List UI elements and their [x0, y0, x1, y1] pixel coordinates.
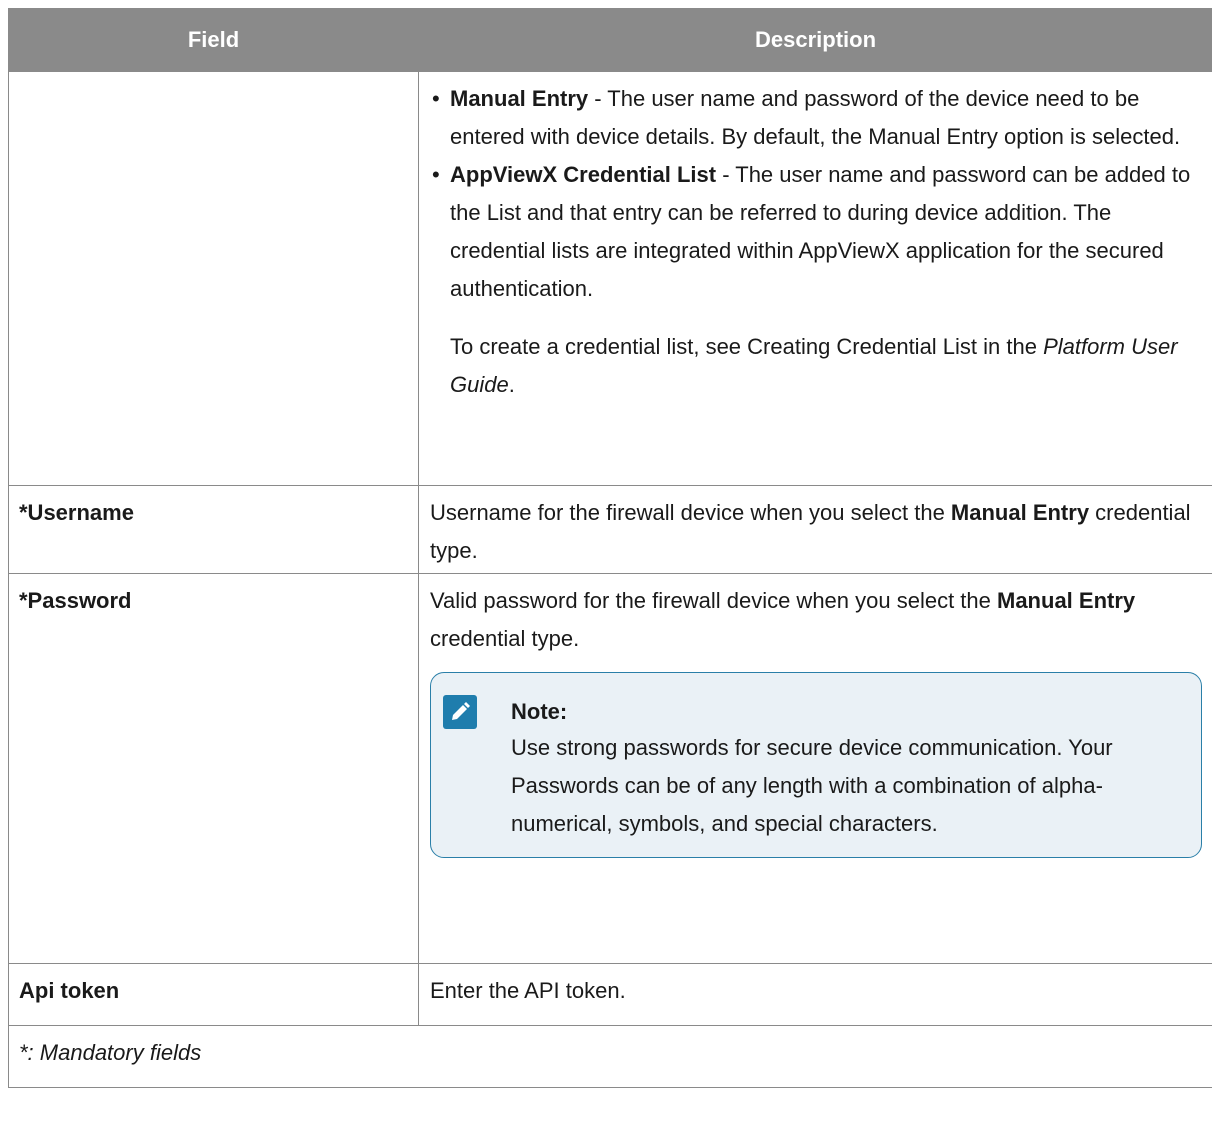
list-item: • AppViewX Credential List - The user nam… — [432, 162, 1191, 301]
field-api-token: Api token — [8, 963, 419, 1026]
description-api-token: Enter the API token. — [418, 963, 1212, 1026]
note-callout: Note: Use strong passwords for secure de… — [430, 672, 1202, 858]
list-item: • Manual Entry - The user name and passwo… — [432, 86, 1181, 149]
credential-options-list: • Manual Entry - The user name and passwo… — [430, 80, 1202, 308]
field-username: *Username — [8, 485, 419, 574]
description-username: Username for the firewall device when yo… — [418, 485, 1212, 574]
field-cell-empty — [8, 71, 419, 486]
password-desc-bold: Manual Entry — [997, 588, 1136, 613]
option-manual-entry: Manual Entry — [450, 86, 589, 111]
table-footer-row: *: Mandatory fields — [8, 1025, 1212, 1088]
mandatory-fields-note: *: Mandatory fields — [8, 1025, 1212, 1088]
password-desc-end: credential type. — [430, 626, 580, 651]
table-row-username: *Username Username for the firewall devi… — [8, 485, 1212, 574]
field-password: *Password — [8, 573, 419, 964]
username-desc-bold: Manual Entry — [950, 500, 1090, 525]
header-field: Field — [8, 8, 419, 72]
reference-end: . — [508, 372, 515, 397]
field-description-table: Field Description • Manual Entry - The us… — [8, 8, 1212, 1088]
note-title: Note: — [511, 699, 568, 724]
reference-text: To create a credential list, see Creatin… — [450, 334, 1044, 359]
option-credential-list: AppViewX Credential List — [450, 162, 717, 187]
table-header-row: Field Description — [8, 8, 1212, 72]
note-header: Note: — [443, 695, 1191, 729]
pencil-glyph — [452, 702, 470, 720]
pencil-note-icon — [443, 695, 477, 729]
credential-list-reference: To create a credential list, see Creatin… — [430, 328, 1202, 404]
username-desc-text: Username for the firewall device when yo… — [430, 500, 951, 525]
table-row-password: *Password Valid password for the firewal… — [8, 573, 1212, 964]
description-password: Valid password for the firewall device w… — [418, 573, 1212, 964]
description-cell: • Manual Entry - The user name and passwo… — [418, 71, 1212, 486]
note-text: Use strong passwords for secure device c… — [511, 735, 1113, 836]
table-row-credential-type: • Manual Entry - The user name and passwo… — [8, 71, 1212, 486]
table-row-api-token: Api token Enter the API token. — [8, 963, 1212, 1026]
header-description: Description — [418, 8, 1212, 72]
password-desc: Valid password for the firewall device w… — [430, 582, 1202, 658]
password-desc-text: Valid password for the firewall device w… — [430, 588, 997, 613]
